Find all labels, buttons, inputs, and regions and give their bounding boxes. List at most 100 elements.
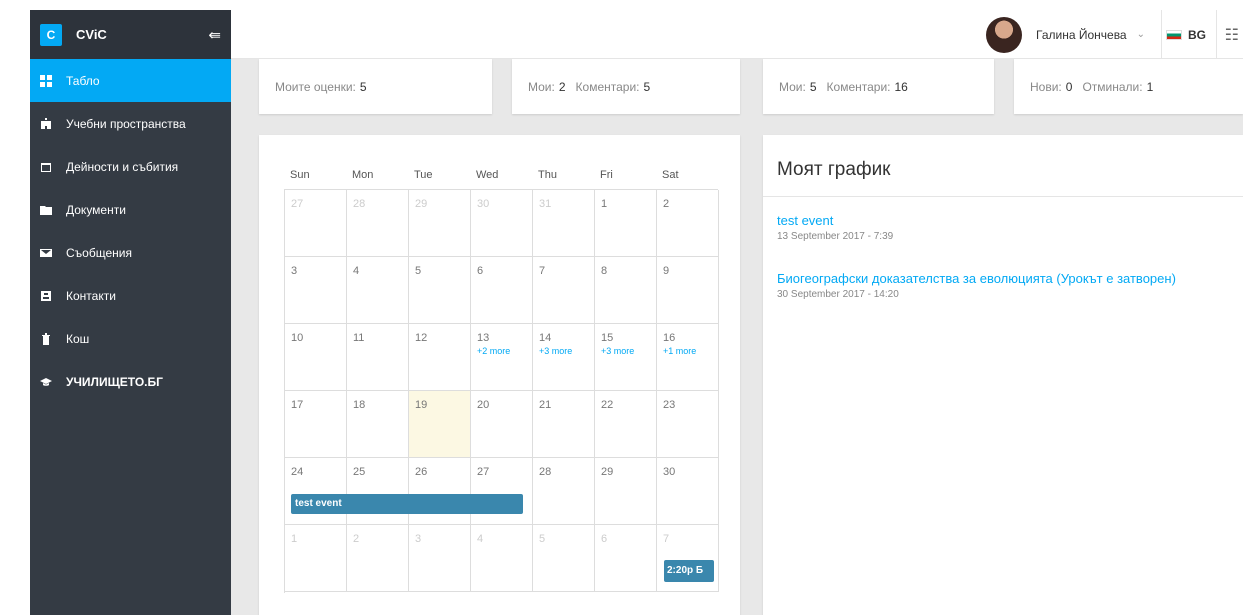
language-selector[interactable]: BG — [1166, 10, 1206, 59]
calendar-day-cell[interactable]: 15 +3 more — [595, 324, 657, 391]
sidebar-item[interactable]: Табло — [30, 59, 231, 102]
sidebar-item[interactable]: УЧИЛИЩЕТО.БГ — [30, 360, 231, 403]
stat-value: 5 — [643, 79, 651, 94]
calendar-day-cell[interactable]: 3 — [285, 257, 347, 324]
calendar-day-number: 6 — [477, 265, 484, 277]
calendar-day-cell[interactable]: 18 — [347, 391, 409, 458]
calendar-day-number: 10 — [291, 332, 304, 344]
sidebar-item[interactable]: Учебни пространства — [30, 102, 231, 145]
user-name[interactable]: Галина Йончева — [1036, 28, 1127, 42]
calendar-day-cell[interactable]: 20 — [471, 391, 533, 458]
calendar-day-cell[interactable]: 31 — [533, 190, 595, 257]
more-events-link[interactable]: +3 more — [539, 346, 594, 356]
calendar-day-cell[interactable]: 27 — [285, 190, 347, 257]
schedule-item[interactable]: Биогеографски доказателства за еволюцият… — [763, 270, 1243, 300]
calendar-day-cell[interactable]: 25 — [347, 458, 409, 525]
calendar-day-cell[interactable]: 29 — [595, 458, 657, 525]
calendar-day-cell[interactable]: 5 — [533, 525, 595, 592]
more-events-link[interactable]: +2 more — [477, 346, 532, 356]
calendar-day-cell[interactable]: 24 — [285, 458, 347, 525]
sidebar-item[interactable]: Контакти — [30, 274, 231, 317]
calendar-day-cell[interactable]: 6 — [471, 257, 533, 324]
calendar-day-number: 15 — [601, 332, 614, 344]
dashboard-content: Моите оценки: 5 Мои: 2 Коментари: 5 Мои: 5 К… — [231, 59, 1243, 615]
calendar-grid: 27 28 29 30 31 1 2 3 4 5 6 7 8 9 10 11 12 13 +2 more 14 +3 m… — [284, 189, 719, 593]
avatar[interactable] — [986, 16, 1022, 53]
calendar-weekday-header: Sun Mon Tue Wed Thu Fri Sat — [284, 169, 718, 181]
menu-icon[interactable]: ☷ — [1225, 10, 1239, 59]
calendar-day-cell[interactable]: 3 — [409, 525, 471, 592]
calendar-day-number: 17 — [291, 399, 304, 411]
sidebar-item[interactable]: Кош — [30, 317, 231, 360]
calendar-day-cell[interactable]: 17 — [285, 391, 347, 458]
calendar-day-cell[interactable]: 7 — [533, 257, 595, 324]
sidebar-collapse-icon[interactable]: ⇚ — [208, 26, 221, 44]
calendar-day-cell[interactable]: 6 — [595, 525, 657, 592]
stat-card-posts[interactable]: Мои: 2 Коментари: 5 — [512, 59, 740, 114]
calendar-day-cell[interactable]: 22 — [595, 391, 657, 458]
calendar-day-cell[interactable]: 27 — [471, 458, 533, 525]
stat-card-events[interactable]: Нови: 0 Отминали: 1 — [1014, 59, 1243, 114]
calendar-day-cell[interactable]: 28 — [533, 458, 595, 525]
calendar-day-cell[interactable]: 10 — [285, 324, 347, 391]
calendar-day-cell[interactable]: 1 — [595, 190, 657, 257]
calendar-day-cell[interactable]: 2 — [347, 525, 409, 592]
stat-card-activities[interactable]: Мои: 5 Коментари: 16 — [763, 59, 994, 114]
contact-card-icon — [40, 290, 52, 302]
calendar-day-cell[interactable]: 4 — [347, 257, 409, 324]
calendar-day-number: 4 — [353, 265, 360, 277]
calendar-day-cell[interactable]: 30 — [471, 190, 533, 257]
schedule-item[interactable]: test event 13 September 2017 - 7:39 — [763, 212, 1243, 242]
envelope-icon — [40, 247, 52, 259]
stat-label: Мои: — [779, 79, 806, 94]
calendar-day-cell[interactable]: 9 — [657, 257, 719, 324]
calendar-day-cell[interactable]: 12 — [409, 324, 471, 391]
calendar-day-cell[interactable]: 23 — [657, 391, 719, 458]
divider — [1161, 10, 1162, 59]
calendar-day-cell[interactable]: 16 +1 more — [657, 324, 719, 391]
stat-card-grades[interactable]: Моите оценки: 5 — [259, 59, 492, 114]
calendar-day-cell[interactable]: 5 — [409, 257, 471, 324]
calendar-day-number: 8 — [601, 265, 608, 277]
brand-name[interactable]: CViC — [76, 27, 208, 42]
calendar-day-number: 31 — [539, 198, 552, 210]
sidebar-item-label: Дейности и събития — [66, 159, 179, 174]
calendar-day-cell[interactable]: 29 — [409, 190, 471, 257]
more-events-link[interactable]: +3 more — [601, 346, 656, 356]
sidebar-item-label: Документи — [66, 202, 126, 217]
calendar-day-cell[interactable]: 21 — [533, 391, 595, 458]
calendar-day-cell[interactable]: 2 — [657, 190, 719, 257]
calendar-day-cell[interactable]: 13 +2 more — [471, 324, 533, 391]
calendar-day-cell[interactable]: 28 — [347, 190, 409, 257]
brand-header: C CViC ⇚ — [30, 10, 231, 59]
calendar-day-cell[interactable]: 14 +3 more — [533, 324, 595, 391]
schedule-item-title[interactable]: Биогеографски доказателства за еволюцият… — [777, 270, 1229, 287]
sidebar-item-label: Табло — [66, 73, 100, 88]
brand-logo[interactable]: C — [40, 23, 62, 46]
stat-value: 0 — [1065, 79, 1073, 94]
sidebar-item[interactable]: Съобщения — [30, 231, 231, 274]
calendar-day-cell[interactable]: 4 — [471, 525, 533, 592]
calendar-day-cell[interactable]: 8 — [595, 257, 657, 324]
calendar-event-bar[interactable]: test event — [291, 494, 523, 514]
schedule-item-date: 30 September 2017 - 14:20 — [777, 289, 899, 300]
stat-label: Коментари: — [575, 79, 640, 94]
calendar-day-number: 20 — [477, 399, 490, 411]
sidebar-item-label: Кош — [66, 331, 90, 346]
user-menu[interactable]: Галина Йончева ⌄ — [986, 10, 1145, 59]
stat-label: Коментари: — [826, 79, 891, 94]
schedule-item-title[interactable]: test event — [777, 212, 1229, 229]
trash-icon — [40, 332, 52, 345]
sidebar-item[interactable]: Дейности и събития — [30, 145, 231, 188]
more-events-link[interactable]: +1 more — [663, 346, 718, 356]
calendar-event-chip[interactable]: 2:20p Б — [664, 560, 714, 582]
calendar-day-cell[interactable]: 30 — [657, 458, 719, 525]
calendar-day-number: 26 — [415, 466, 428, 478]
calendar-day-cell[interactable]: 11 — [347, 324, 409, 391]
calendar-day-cell[interactable]: 1 — [285, 525, 347, 592]
chevron-down-icon[interactable]: ⌄ — [1137, 29, 1145, 40]
calendar-day-cell[interactable]: 19 — [409, 391, 471, 458]
stat-value: 16 — [894, 79, 908, 94]
calendar-day-cell[interactable]: 26 — [409, 458, 471, 525]
sidebar-item[interactable]: Документи — [30, 188, 231, 231]
